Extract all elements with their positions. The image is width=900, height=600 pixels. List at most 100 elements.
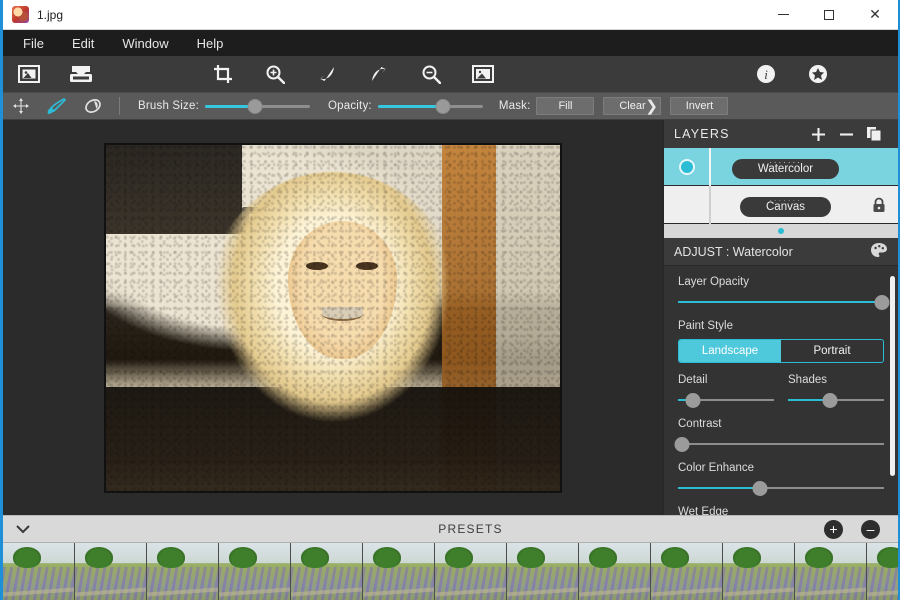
crop-icon <box>213 64 233 84</box>
svg-text:i: i <box>764 67 768 82</box>
redo-icon <box>369 64 389 84</box>
pan-tool-button[interactable] <box>3 92 39 120</box>
contrast-slider[interactable] <box>678 437 884 451</box>
paint-style-toggle: Landscape Portrait <box>678 339 884 363</box>
presets-title: PRESETS <box>43 522 898 536</box>
color-enhance-label: Color Enhance <box>678 462 884 474</box>
color-enhance-slider[interactable] <box>678 481 884 495</box>
watercolor-portrait-preview[interactable] <box>104 143 562 493</box>
preset-item[interactable]: 10 Color Wash <box>651 543 723 600</box>
chevron-down-icon <box>16 524 30 534</box>
layers-list: ······· Watercolor ······· Canvas <box>664 148 898 238</box>
settings-button[interactable] <box>792 56 844 92</box>
close-icon: ✕ <box>869 8 881 22</box>
palette-button[interactable] <box>870 242 888 261</box>
adjust-title: ADJUST : Watercolor <box>674 245 870 259</box>
preset-item[interactable]: 13 Co <box>867 543 898 600</box>
preset-thumbnail <box>867 543 898 600</box>
chevron-right-icon[interactable]: ❯ <box>645 97 658 115</box>
minus-icon <box>839 127 854 142</box>
layer-drag-handle-canvas[interactable]: ······· <box>769 196 802 205</box>
fit-image-button[interactable] <box>457 56 509 92</box>
tool-options-bar: Brush Size: Opacity: Mask: Fill Clear In… <box>3 92 898 120</box>
adjust-panel-body: Layer Opacity Paint Style Landscape Port… <box>664 266 898 515</box>
menu-item-edit[interactable]: Edit <box>60 33 106 54</box>
mask-label: Mask: <box>499 100 531 112</box>
undo-button[interactable] <box>301 56 353 92</box>
zoom-in-icon <box>265 64 285 84</box>
shades-control: Shades <box>788 374 884 407</box>
opacity-label: Opacity: <box>328 100 372 112</box>
menu-item-help[interactable]: Help <box>185 33 236 54</box>
paint-brush-tool-button[interactable] <box>39 92 75 120</box>
crop-button[interactable] <box>197 56 249 92</box>
fit-image-icon <box>472 65 494 83</box>
eraser-tool-icon <box>83 97 103 115</box>
preset-thumbnail <box>435 543 506 600</box>
preset-item[interactable]: 08 Portrait Vignette <box>507 543 579 600</box>
remove-layer-button[interactable] <box>832 127 860 142</box>
preset-item[interactable]: 07 Liquid Vignette <box>435 543 507 600</box>
menu-item-file[interactable]: File <box>11 33 56 54</box>
preset-item[interactable]: 05 Pretty Portrait <box>291 543 363 600</box>
preset-thumbnail <box>75 543 146 600</box>
wet-edge-control: Wet Edge <box>678 506 884 515</box>
main-toolbar: i <box>3 56 898 92</box>
layer-opacity-label: Layer Opacity <box>678 276 884 288</box>
right-panel: LAYERS <box>663 120 898 515</box>
layer-row-canvas[interactable]: ······· Canvas <box>664 186 898 224</box>
adjust-panel-scrollbar[interactable] <box>890 276 895 476</box>
opacity-slider[interactable] <box>378 97 483 115</box>
preset-item[interactable]: 11 Color Wash <box>723 543 795 600</box>
paint-brush-tool-icon <box>46 97 68 115</box>
preset-item[interactable]: 03 Little Stormy <box>147 543 219 600</box>
preset-thumbnail <box>363 543 434 600</box>
remove-preset-button[interactable]: – <box>861 520 880 539</box>
preset-item[interactable]: 06 Portrait Outline <box>363 543 435 600</box>
zoom-in-button[interactable] <box>249 56 301 92</box>
layer-row-watercolor[interactable]: ······· Watercolor <box>664 148 898 186</box>
maximize-button[interactable] <box>806 0 852 30</box>
layer-lock-button[interactable] <box>860 197 898 213</box>
presets-collapse-button[interactable] <box>3 524 43 534</box>
paint-style-portrait[interactable]: Portrait <box>781 340 883 362</box>
add-layer-button[interactable] <box>804 127 832 142</box>
duplicate-layer-button[interactable] <box>860 126 888 142</box>
preset-thumbnail <box>219 543 290 600</box>
layer-opacity-control: Layer Opacity <box>678 276 884 309</box>
preset-thumbnail <box>795 543 866 600</box>
preset-thumbnail <box>651 543 722 600</box>
wet-edge-label: Wet Edge <box>678 506 884 515</box>
redo-button[interactable] <box>353 56 405 92</box>
canvas-area[interactable] <box>3 120 663 515</box>
layer-opacity-slider[interactable] <box>678 295 884 309</box>
presets-strip[interactable]: 01 Faded Landscape 02 Fluid Landscape 03… <box>3 543 898 600</box>
brush-size-slider[interactable] <box>205 97 310 115</box>
save-image-button[interactable] <box>55 56 107 92</box>
shades-slider[interactable] <box>788 393 884 407</box>
layer-visibility-toggle[interactable] <box>664 159 709 175</box>
preset-item[interactable]: 09 Artistic Scans <box>579 543 651 600</box>
minimize-button[interactable] <box>760 0 806 30</box>
info-button[interactable]: i <box>740 56 792 92</box>
application-window: 1.jpg ✕ File Edit Window Help <box>0 0 900 600</box>
zoom-out-button[interactable] <box>405 56 457 92</box>
add-preset-button[interactable]: + <box>824 520 843 539</box>
detail-slider[interactable] <box>678 393 774 407</box>
preset-item[interactable]: 02 Fluid Landscape <box>75 543 147 600</box>
menu-item-window[interactable]: Window <box>110 33 180 54</box>
paint-style-label: Paint Style <box>678 320 884 332</box>
eraser-tool-button[interactable] <box>75 92 111 120</box>
mask-invert-button[interactable]: Invert <box>670 97 728 115</box>
duplicate-layers-icon <box>866 126 882 142</box>
menu-bar: File Edit Window Help <box>3 30 898 56</box>
undo-icon <box>317 64 337 84</box>
close-button[interactable]: ✕ <box>852 0 898 30</box>
preset-item[interactable]: 04 Grey Day <box>219 543 291 600</box>
paint-style-landscape[interactable]: Landscape <box>679 340 781 362</box>
preset-item[interactable]: 12 Color Wash <box>795 543 867 600</box>
open-image-button[interactable] <box>3 56 55 92</box>
layer-drag-handle[interactable]: ······· <box>769 158 802 167</box>
mask-fill-button[interactable]: Fill <box>536 97 594 115</box>
preset-item[interactable]: 01 Faded Landscape <box>3 543 75 600</box>
